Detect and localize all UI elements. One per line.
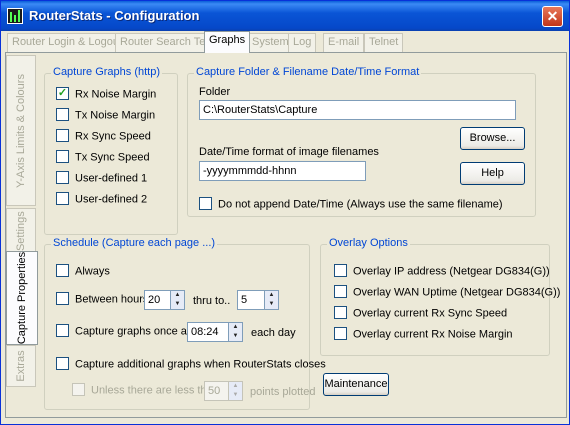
graphs-panel: Y-Axis Limits & Colours Common Settings …: [5, 52, 567, 418]
title-bar[interactable]: RouterStats - Configuration ✕: [1, 1, 569, 31]
group-title: Schedule (Capture each page ...): [51, 237, 218, 249]
browse-button[interactable]: Browse...: [460, 127, 525, 150]
checkbox-box[interactable]: [334, 285, 347, 298]
checkbox-tx-sync-speed[interactable]: Tx Sync Speed: [56, 150, 150, 164]
checkbox-user-defined-2[interactable]: User-defined 2: [56, 192, 147, 206]
overlay-options-group: Overlay Options Overlay IP address (Netg…: [320, 237, 560, 356]
between-to-input[interactable]: 5: [237, 290, 265, 310]
between-from-spinner[interactable]: ▲ ▼: [171, 290, 185, 310]
checkbox-box[interactable]: [56, 292, 69, 305]
datetime-format-input[interactable]: -yyyymmmdd-hhnn: [199, 161, 366, 181]
checkbox-box[interactable]: [56, 264, 69, 277]
capture-graphs-group: Capture Graphs (http) ✓ Rx Noise Margin T…: [44, 66, 178, 235]
checkbox-box[interactable]: [56, 357, 69, 370]
checkbox-overlay-rx-sync[interactable]: Overlay current Rx Sync Speed: [334, 306, 507, 320]
checkbox-box[interactable]: [56, 150, 69, 163]
checkbox-no-append-datetime[interactable]: Do not append Date/Time (Always use the …: [199, 197, 503, 211]
tab-email[interactable]: E-mail: [323, 33, 365, 52]
tab-log[interactable]: Log: [288, 33, 317, 52]
checkbox-box[interactable]: [199, 197, 212, 210]
group-title: Capture Graphs (http): [51, 66, 162, 78]
between-to-spinner[interactable]: ▲ ▼: [265, 290, 279, 310]
checkbox-always[interactable]: Always: [56, 264, 110, 278]
side-tab-label: Y-Axis Limits & Colours: [15, 73, 27, 188]
tab-graphs[interactable]: Graphs: [204, 31, 251, 53]
checkbox-box[interactable]: [56, 192, 69, 205]
min-points-input[interactable]: 50: [204, 381, 229, 401]
checkbox-box[interactable]: [56, 324, 69, 337]
maintenance-button[interactable]: Maintenance: [323, 373, 389, 396]
app-icon: [7, 8, 23, 24]
capture-time-input[interactable]: 08:24: [187, 322, 229, 342]
between-from-input[interactable]: 20: [144, 290, 171, 310]
schedule-group: Schedule (Capture each page ...) Always …: [44, 237, 326, 410]
thru-label: thru to..: [193, 295, 231, 307]
checkbox-rx-sync-speed[interactable]: Rx Sync Speed: [56, 129, 151, 143]
side-tab-extras[interactable]: Extras: [6, 345, 36, 387]
group-title: Capture Folder & Filename Date/Time Form…: [194, 66, 422, 78]
window-title: RouterStats - Configuration: [29, 8, 200, 23]
tab-system[interactable]: System: [247, 33, 294, 52]
config-window: RouterStats - Configuration ✕ Router Log…: [0, 0, 570, 425]
checkbox-box[interactable]: [72, 383, 85, 396]
each-day-label: each day: [251, 327, 296, 339]
folder-format-group: Capture Folder & Filename Date/Time Form…: [187, 66, 536, 217]
side-tab-label: Extras: [15, 350, 27, 382]
checkbox-tx-noise-margin[interactable]: Tx Noise Margin: [56, 108, 155, 122]
side-tab-label: Capture Properties: [16, 251, 28, 345]
checkbox-unless-less-than[interactable]: Unless there are less than: [72, 383, 219, 397]
group-title: Overlay Options: [327, 237, 410, 249]
checkbox-box[interactable]: [56, 108, 69, 121]
checkbox-overlay-rx-noise[interactable]: Overlay current Rx Noise Margin: [334, 327, 513, 341]
checkbox-capture-on-close[interactable]: Capture additional graphs when RouterSta…: [56, 357, 326, 371]
folder-input[interactable]: C:\RouterStats\Capture: [199, 100, 516, 120]
checkbox-box[interactable]: [334, 264, 347, 277]
tab-telnet[interactable]: Telnet: [364, 33, 404, 52]
checkbox-box[interactable]: [56, 129, 69, 142]
checkbox-between-hours[interactable]: Between hours: [56, 292, 148, 306]
side-tab-y-axis-limits[interactable]: Y-Axis Limits & Colours: [6, 55, 36, 206]
checkbox-user-defined-1[interactable]: User-defined 1: [56, 171, 147, 185]
checkbox-box[interactable]: [334, 327, 347, 340]
datetime-format-label: Date/Time format of image filenames: [199, 146, 379, 158]
checkbox-overlay-ip[interactable]: Overlay IP address (Netgear DG834(G)): [334, 264, 550, 278]
tab-router-login-logout[interactable]: Router Login & Logout: [7, 33, 128, 52]
checkbox-box[interactable]: ✓: [56, 87, 69, 100]
capture-time-spinner[interactable]: ▲ ▼: [229, 322, 243, 342]
side-tab-capture-properties[interactable]: Capture Properties: [6, 251, 38, 345]
checkbox-capture-once[interactable]: Capture graphs once at: [56, 324, 190, 338]
checkbox-box[interactable]: [334, 306, 347, 319]
checkbox-rx-noise-margin[interactable]: ✓ Rx Noise Margin: [56, 87, 156, 101]
help-button[interactable]: Help: [460, 162, 525, 185]
checkbox-overlay-wan-uptime[interactable]: Overlay WAN Uptime (Netgear DG834(G)): [334, 285, 560, 299]
min-points-spinner[interactable]: ▲ ▼: [229, 381, 243, 401]
close-icon[interactable]: ✕: [542, 6, 563, 27]
folder-label: Folder: [199, 86, 231, 98]
checkbox-box[interactable]: [56, 171, 69, 184]
points-plotted-label: points plotted: [250, 386, 316, 398]
